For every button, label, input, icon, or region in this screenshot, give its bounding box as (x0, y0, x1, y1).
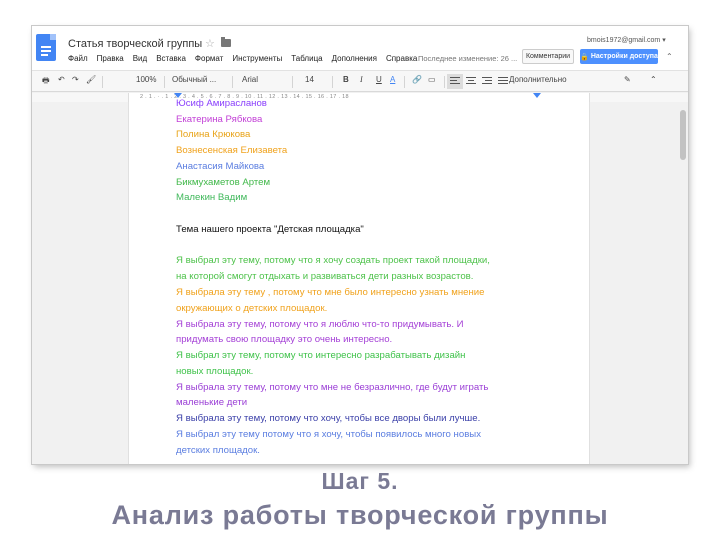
reason-line: на которой смогут отдыхать и развиваться… (176, 271, 474, 283)
underline-button[interactable]: U (376, 75, 382, 84)
docs-screenshot: Статья творческой группы ☆ bmois1972@gma… (32, 26, 688, 464)
more-menu[interactable]: Дополнительно (509, 75, 567, 84)
reason-line: Я выбрала эту тему , потому что мне было… (176, 286, 485, 298)
menu-help[interactable]: Справка (386, 54, 417, 63)
reasons-list: Я выбрал эту тему, потому что я хочу соз… (176, 253, 586, 458)
italic-button[interactable]: I (360, 75, 363, 84)
reason-line: Я выбрал эту тему, потому что я хочу соз… (176, 255, 490, 267)
slide-title-heading: Анализ работы творческой группы (111, 500, 609, 530)
scrollbar[interactable] (678, 102, 688, 464)
slide: Статья творческой группы ☆ bmois1972@gma… (0, 0, 720, 540)
menubar: Файл Правка Вид Вставка Формат Инструмен… (68, 54, 417, 63)
menu-tools[interactable]: Инструменты (232, 54, 282, 63)
reason-line: новых площадок. (176, 365, 254, 377)
reason-line: Я выбрал эту тему потому что я хочу, что… (176, 429, 481, 441)
team-member-name: Бикмухаметов Артем (176, 176, 271, 188)
team-member-name: Вознесенская Елизавета (176, 145, 288, 157)
style-select[interactable]: Обычный ... (172, 75, 216, 84)
menu-format[interactable]: Формат (195, 54, 223, 63)
team-member-name: Юсиф Амирасланов (176, 98, 267, 109)
link-icon[interactable]: 🔗 (412, 75, 422, 84)
print-icon[interactable]: 🖶 (42, 75, 50, 89)
undo-icon[interactable]: ↶ (58, 75, 65, 84)
team-member-name: Малекин Вадим (176, 192, 248, 204)
star-icon[interactable]: ☆ (205, 37, 215, 50)
chevron-up-icon[interactable]: ⌃ (666, 52, 673, 61)
folder-icon[interactable] (221, 37, 231, 47)
project-topic: Тема нашего проекта "Детская площадка" (176, 223, 364, 235)
align-left-icon[interactable] (447, 74, 463, 89)
document-body[interactable]: Юсиф Амирасланов Екатерина Рябкова Полина … (176, 98, 586, 459)
menu-file[interactable]: Файл (68, 54, 88, 63)
pencil-icon[interactable]: ✎ (624, 75, 631, 84)
text-color-button[interactable]: A (390, 75, 395, 84)
reason-line: Я выбрала эту тему, потому что хочу, что… (176, 413, 481, 425)
align-right-icon[interactable] (482, 77, 492, 86)
reason-line: Я выбрала эту тему, потому что я люблю ч… (176, 318, 464, 330)
reason-line: Я выбрала эту тему, потому что мне не бе… (176, 381, 489, 393)
toolbar: 🖶 ↶ ↷ 🖌 100% Обычный ... Arial 14 B I U … (32, 70, 688, 92)
reason-line: детских площадок. (176, 444, 260, 456)
menu-insert[interactable]: Вставка (156, 54, 186, 63)
names-list: Юсиф Амирасланов Екатерина Рябкова Полина … (176, 96, 586, 206)
redo-icon[interactable]: ↷ (72, 75, 79, 84)
menu-table[interactable]: Таблица (291, 54, 322, 63)
last-edit-link[interactable]: Последнее изменение: 26 ... (418, 54, 517, 63)
zoom-select[interactable]: 100% (136, 75, 156, 84)
collapse-icon[interactable]: ⌃ (650, 75, 657, 84)
team-member-name: Анастасия Майкова (176, 160, 265, 172)
slide-title-step: Шаг 5. (321, 468, 399, 494)
team-member-name: Екатерина Рябкова (176, 113, 263, 125)
menu-addons[interactable]: Дополнения (332, 54, 377, 63)
doc-header: Статья творческой группы ☆ bmois1972@gma… (32, 26, 688, 70)
reason-line: маленькие дети (176, 397, 248, 409)
menu-view[interactable]: Вид (133, 54, 147, 63)
account-email[interactable]: bmois1972@gmail.com ▾ (587, 36, 666, 44)
document-title[interactable]: Статья творческой группы (68, 38, 202, 50)
share-button[interactable]: 🔒 Настройки доступа (580, 49, 658, 64)
document-page[interactable]: Юсиф Амирасланов Екатерина Рябкова Полина … (128, 98, 590, 464)
docs-logo-icon[interactable] (36, 34, 56, 61)
bold-button[interactable]: B (343, 75, 349, 84)
team-member-name: Полина Крюкова (176, 129, 251, 141)
comment-icon[interactable]: ▭ (428, 75, 436, 84)
reason-line: Я выбрал эту тему, потому что интересно … (176, 350, 466, 362)
reason-line: придумать свою площадку это очень интере… (176, 334, 393, 346)
align-center-icon[interactable] (466, 77, 476, 86)
menu-edit[interactable]: Правка (97, 54, 124, 63)
font-size-select[interactable]: 14 (305, 75, 314, 84)
font-select[interactable]: Arial (242, 75, 258, 84)
scroll-thumb[interactable] (680, 110, 686, 160)
share-button-label: Настройки доступа (590, 53, 658, 60)
paint-format-icon[interactable]: 🖌 (86, 75, 96, 84)
comments-button[interactable]: Комментарии (522, 49, 574, 64)
reason-line: окружающих о детских площадок. (176, 302, 328, 314)
align-justify-icon[interactable] (498, 77, 508, 86)
